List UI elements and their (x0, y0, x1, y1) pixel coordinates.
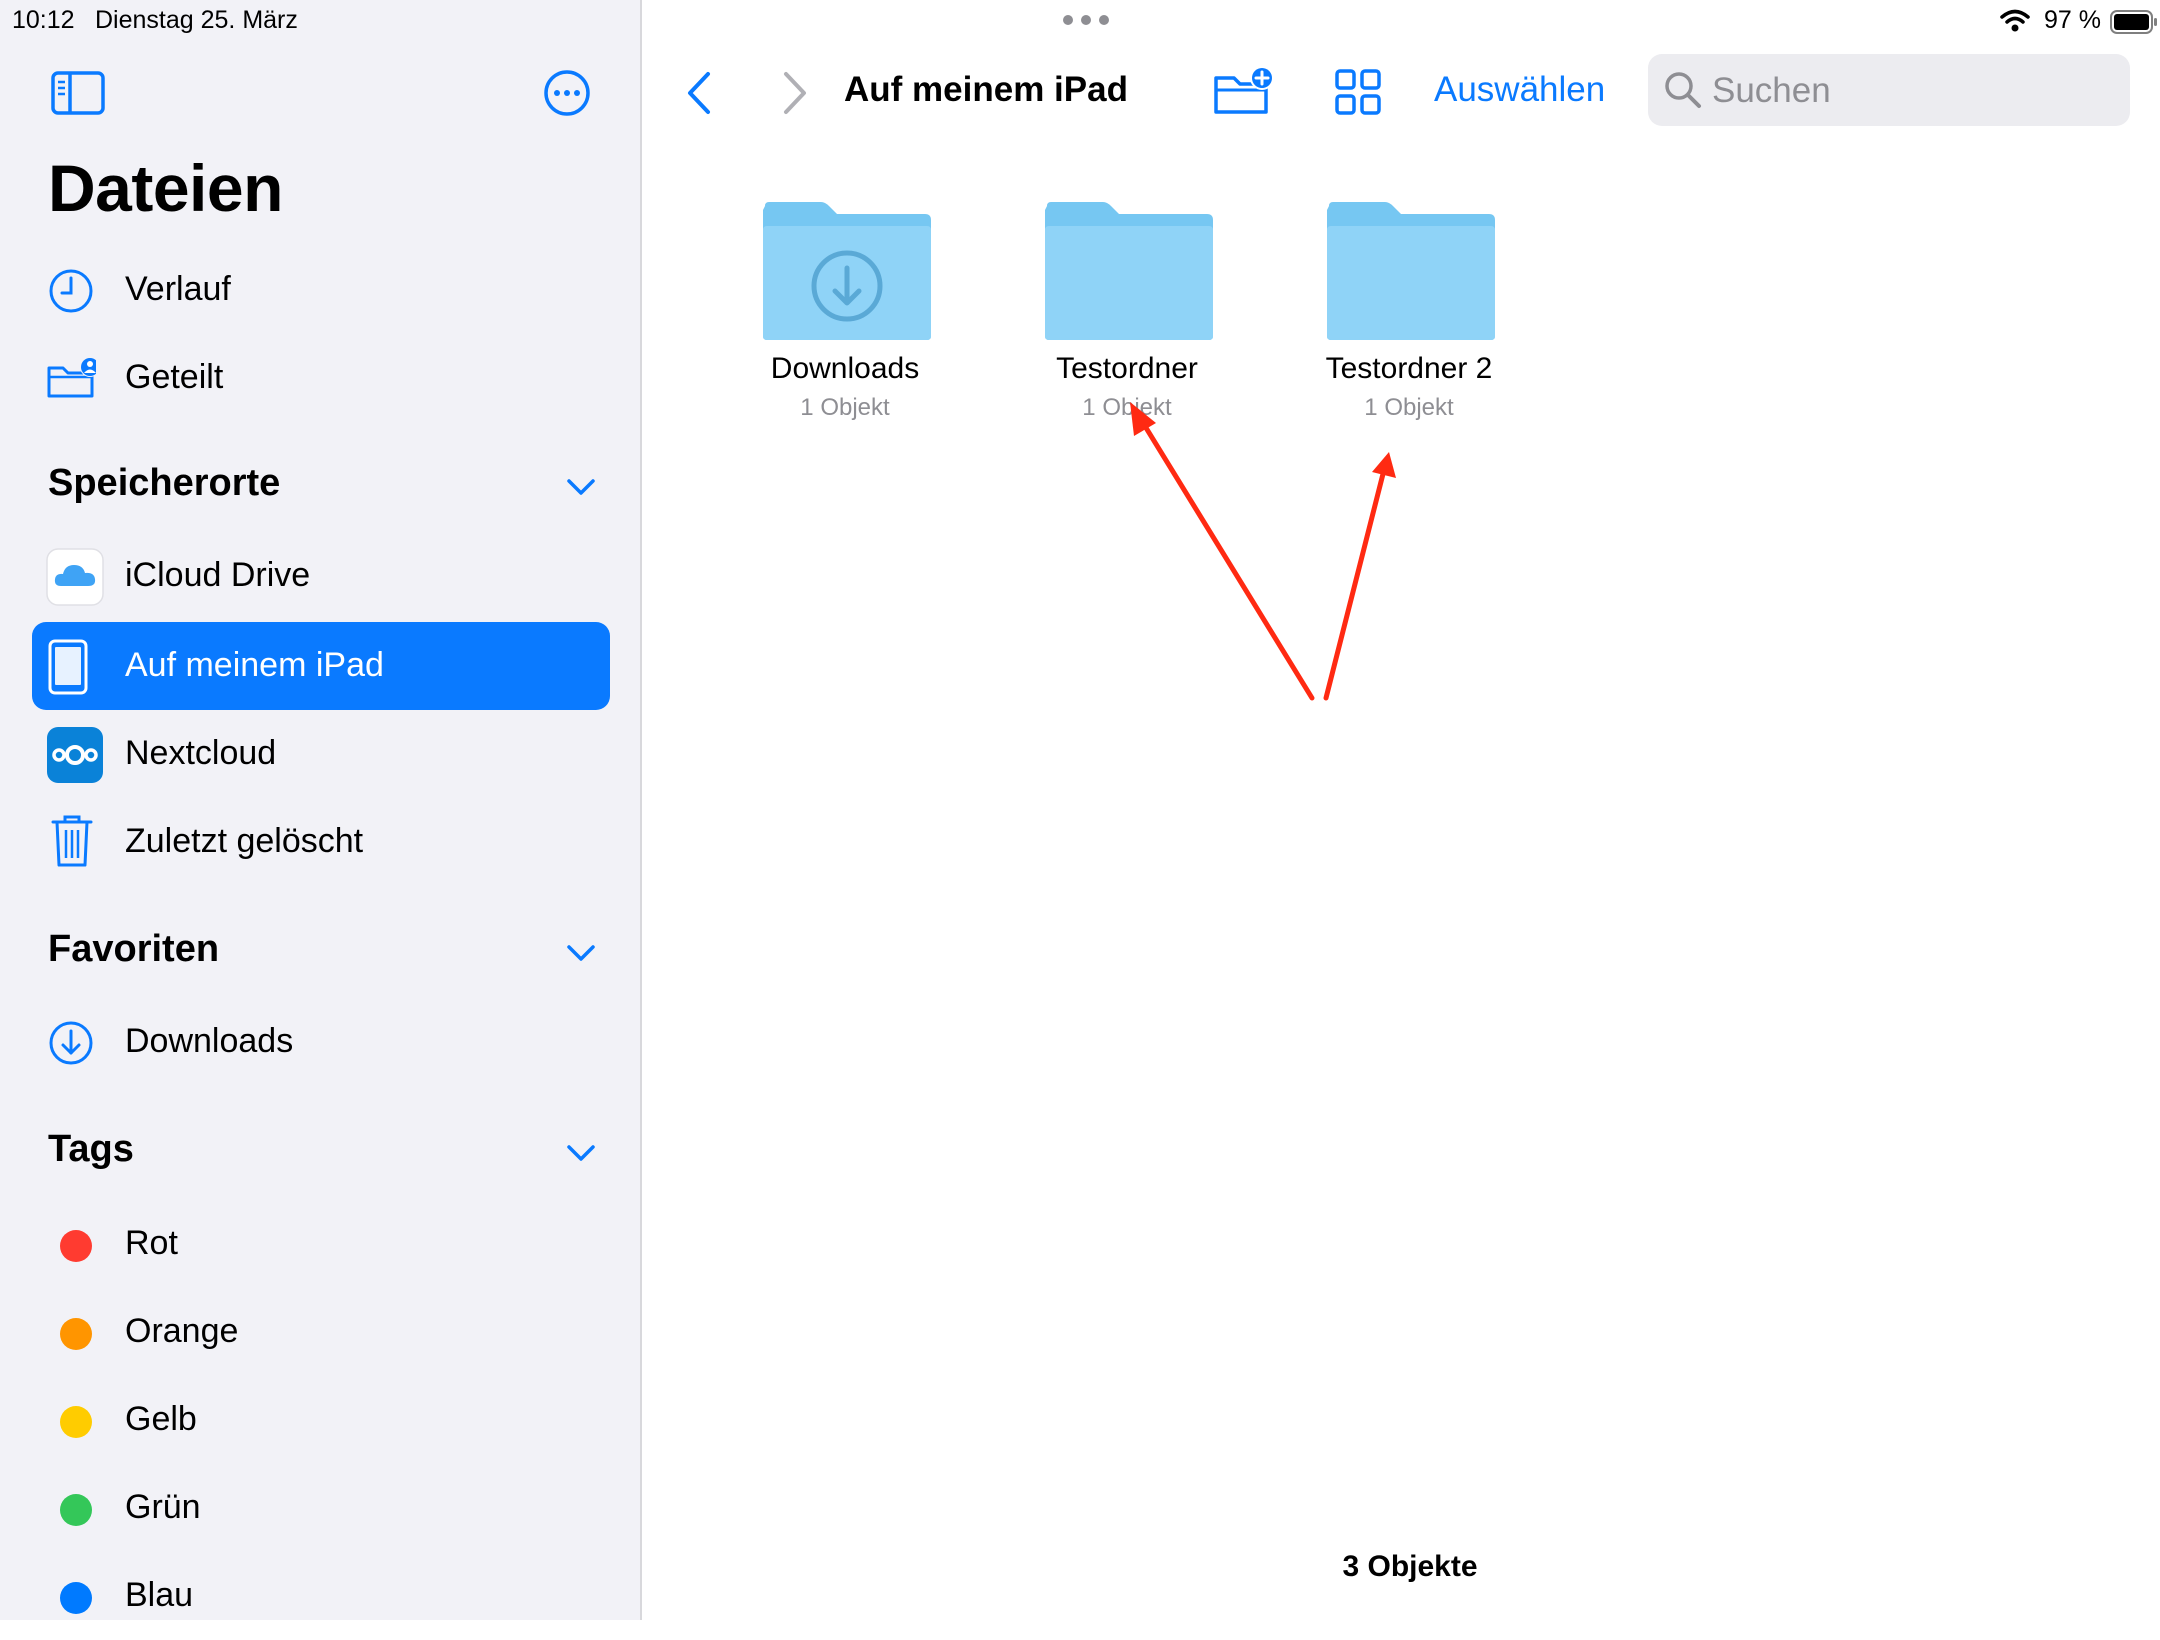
tag-color-dot (60, 1582, 92, 1614)
sidebar-item-label: Gelb (125, 1400, 197, 1438)
section-header-tags: Tags (48, 1128, 134, 1170)
chevron-down-icon[interactable] (563, 472, 599, 502)
sidebar-item-downloads[interactable]: Downloads (32, 998, 610, 1086)
battery-percent: 97 % (2044, 6, 2101, 34)
shared-folder-icon (47, 357, 96, 398)
folder-item-testordner-2[interactable]: Testordner 2 1 Objekt (1289, 200, 1529, 430)
folder-badge-plus-icon (1214, 66, 1274, 114)
sidebar-item-label: Rot (125, 1224, 178, 1262)
chevron-down-icon[interactable] (563, 1138, 599, 1168)
download-folder-icon (763, 202, 931, 340)
chevron-right-icon (784, 72, 806, 114)
sidebar-item-label: Grün (125, 1488, 201, 1526)
sidebar-tag-orange[interactable]: Orange (32, 1288, 610, 1376)
sidebar-item-geteilt[interactable]: Geteilt (32, 334, 610, 422)
tag-color-dot (60, 1406, 92, 1438)
forward-button[interactable] (778, 66, 812, 120)
annotation-arrow (1130, 402, 1315, 701)
folder-item-testordner[interactable]: Testordner 1 Objekt (1007, 200, 1247, 430)
ellipsis-circle-icon (544, 70, 590, 116)
folder-item-count: 1 Objekt (800, 394, 890, 421)
search-field[interactable] (1648, 54, 2130, 126)
sidebar-item-verlauf[interactable]: Verlauf (32, 246, 610, 334)
tag-color-dot (60, 1494, 92, 1526)
sidebar-toggle-button[interactable] (50, 70, 106, 116)
sidebar-item-label: Verlauf (125, 270, 231, 308)
sidebar-item-label: Geteilt (125, 358, 224, 396)
sidebar-item-label: Auf meinem iPad (125, 646, 384, 684)
select-button[interactable]: Auswählen (1434, 70, 1605, 110)
sidebar-item-label: Orange (125, 1312, 239, 1350)
folder-item-count: 1 Objekt (1082, 394, 1172, 421)
annotation-arrow (1323, 452, 1396, 701)
tag-color-dot (60, 1318, 92, 1350)
tag-color-dot (60, 1230, 92, 1262)
folder-icon (1045, 202, 1213, 340)
chevron-down-icon[interactable] (563, 938, 599, 968)
view-grid-button[interactable] (1334, 68, 1382, 116)
new-folder-button[interactable] (1212, 64, 1276, 120)
app-title: Dateien (48, 151, 283, 225)
sidebar-item-label: Nextcloud (125, 734, 277, 772)
multitasking-dots-icon[interactable] (1060, 12, 1112, 28)
folder-item-count: 1 Objekt (1364, 394, 1454, 421)
folder-name: Testordner (1056, 352, 1198, 385)
search-icon (1665, 72, 1701, 108)
sidebar-tag-rot[interactable]: Rot (32, 1200, 610, 1288)
clock-icon (49, 269, 93, 313)
sidebar-item-label: Downloads (125, 1022, 294, 1060)
status-time: 10:12 (12, 6, 75, 34)
sidebar: 10:12 Dienstag 25. März Dateien Verlauf (0, 0, 642, 1620)
icloud-icon (46, 548, 104, 606)
sidebar-tag-gruen[interactable]: Grün (32, 1464, 610, 1552)
folder-icon (1327, 202, 1495, 340)
folder-name: Testordner 2 (1325, 352, 1493, 385)
sidebar-tag-gelb[interactable]: Gelb (32, 1376, 610, 1464)
search-input[interactable] (1710, 62, 2114, 120)
sidebar-item-label: Zuletzt gelöscht (125, 822, 364, 860)
location-title: Auf meinem iPad (844, 70, 1128, 109)
trash-icon (51, 815, 93, 867)
wifi-icon (2000, 9, 2030, 32)
sidebar-item-label: iCloud Drive (125, 556, 311, 594)
item-count-footer: 3 Objekte (1342, 1550, 1478, 1583)
sidebar-item-auf-meinem-ipad[interactable]: Auf meinem iPad (32, 622, 610, 710)
sidebar-item-label: Blau (125, 1576, 194, 1614)
folder-item-downloads[interactable]: Downloads 1 Objekt (725, 200, 965, 430)
sidebar-item-icloud-drive[interactable]: iCloud Drive (32, 532, 610, 620)
back-button[interactable] (682, 66, 716, 120)
sidebar-tag-blau[interactable]: Blau (32, 1552, 610, 1640)
more-options-button[interactable] (542, 68, 592, 118)
battery-icon (2110, 10, 2157, 34)
nextcloud-icon (47, 727, 103, 783)
sidebar-item-zuletzt-geloescht[interactable]: Zuletzt gelöscht (32, 798, 610, 886)
sidebar-icon (51, 71, 105, 115)
ipad-icon (48, 639, 88, 695)
sidebar-item-nextcloud[interactable]: Nextcloud (32, 710, 610, 798)
section-header-speicherorte: Speicherorte (48, 462, 281, 504)
download-icon (49, 1021, 93, 1065)
grid-icon (1335, 69, 1381, 115)
status-indicators: 97 % (2000, 4, 2160, 38)
status-date: Dienstag 25. März (95, 6, 298, 34)
chevron-left-icon (688, 72, 710, 114)
section-header-favoriten: Favoriten (48, 928, 220, 970)
folder-name: Downloads (770, 352, 920, 385)
